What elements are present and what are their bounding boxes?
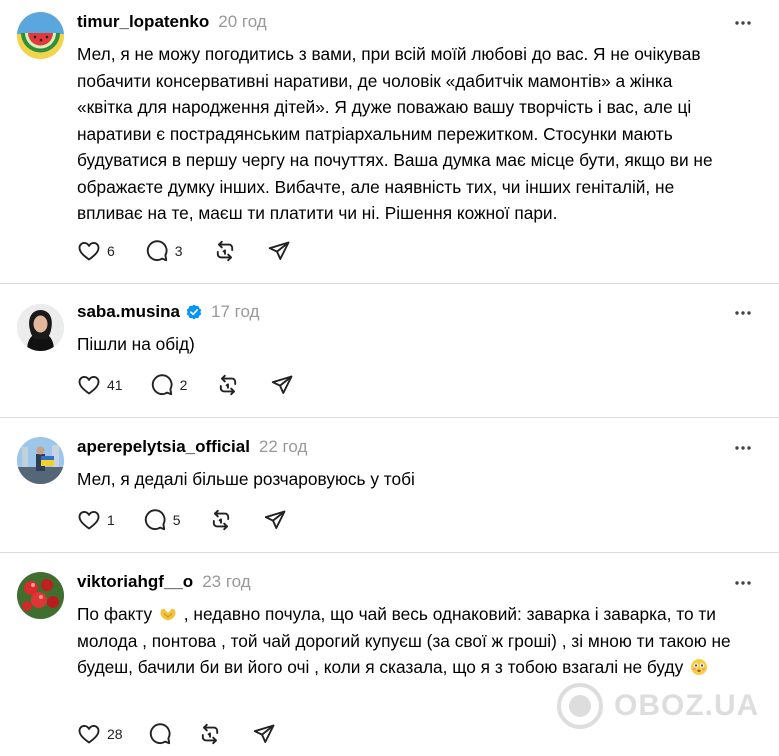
divider <box>0 283 779 284</box>
heart-icon <box>77 508 101 532</box>
comment-post: saba.musina 17 год Пішли на обід) 41 2 <box>0 299 779 409</box>
heart-icon <box>77 722 101 746</box>
like-button[interactable]: 41 <box>77 373 123 397</box>
reply-button[interactable] <box>148 722 172 746</box>
reply-count: 3 <box>174 243 183 259</box>
comment-post: viktoriahgf__o 23 год По факту , недавно… <box>0 569 779 756</box>
reply-button[interactable]: 5 <box>143 508 181 532</box>
heart-icon <box>77 239 101 263</box>
flushed-face-emoji-icon <box>690 657 708 675</box>
like-button[interactable]: 28 <box>77 722 123 746</box>
reply-button[interactable]: 2 <box>150 373 188 397</box>
comment-post: timur_lopatenko 20 год Мел, я не можу по… <box>0 9 779 279</box>
timestamp[interactable]: 20 год <box>218 12 266 32</box>
repost-arrows-icon <box>216 373 240 397</box>
action-bar: 1 5 <box>77 507 287 533</box>
reply-button[interactable]: 3 <box>145 239 183 263</box>
comment-text: Мел, я не можу погодитись з вами, при вс… <box>77 44 713 223</box>
more-dots-icon[interactable] <box>733 576 753 590</box>
more-dots-icon[interactable] <box>733 441 753 455</box>
divider <box>0 417 779 418</box>
like-count: 41 <box>107 377 123 393</box>
username[interactable]: aperepelytsia_official <box>77 437 250 457</box>
timestamp[interactable]: 23 год <box>202 572 250 592</box>
comment-bubble-icon <box>145 239 169 263</box>
repost-arrows-icon <box>198 722 222 746</box>
timestamp[interactable]: 22 год <box>259 437 307 457</box>
paper-plane-icon <box>252 722 276 746</box>
repost-button[interactable] <box>216 373 240 397</box>
username[interactable]: viktoriahgf__o <box>77 572 193 592</box>
comment-header: saba.musina 17 год <box>77 299 259 325</box>
username[interactable]: timur_lopatenko <box>77 12 209 32</box>
comment-text-part: По факту <box>77 604 153 624</box>
comment-header: timur_lopatenko 20 год <box>77 9 267 35</box>
action-bar: 28 <box>77 721 276 747</box>
avatar[interactable] <box>17 572 64 619</box>
share-button[interactable] <box>267 239 291 263</box>
reply-count: 5 <box>172 512 181 528</box>
repost-arrows-icon <box>213 239 237 263</box>
like-button[interactable]: 1 <box>77 508 115 532</box>
paper-plane-icon <box>270 373 294 397</box>
reply-count: 2 <box>179 377 188 393</box>
divider <box>0 552 779 553</box>
more-dots-icon[interactable] <box>733 306 753 320</box>
comment-post: aperepelytsia_official 22 год Мел, я дед… <box>0 434 779 544</box>
verified-badge-icon <box>186 304 202 320</box>
comment-text: Пішли на обід) <box>77 334 195 354</box>
avatar[interactable] <box>17 304 64 351</box>
action-bar: 41 2 <box>77 372 294 398</box>
avatar[interactable] <box>17 437 64 484</box>
paper-plane-icon <box>263 508 287 532</box>
like-count: 1 <box>107 512 115 528</box>
like-count: 6 <box>107 243 115 259</box>
username[interactable]: saba.musina <box>77 302 180 322</box>
share-button[interactable] <box>252 722 276 746</box>
heart-hands-emoji-icon <box>159 604 177 622</box>
comment-text: Мел, я дедалі більше розчаровуюсь у тобі <box>77 469 415 489</box>
paper-plane-icon <box>267 239 291 263</box>
comment-text: По факту , недавно почула, що чай весь о… <box>77 601 732 681</box>
more-dots-icon[interactable] <box>733 16 753 30</box>
comment-bubble-icon <box>143 508 167 532</box>
like-button[interactable]: 6 <box>77 239 115 263</box>
like-count: 28 <box>107 726 123 742</box>
repost-button[interactable] <box>198 722 222 746</box>
avatar[interactable] <box>17 12 64 59</box>
comment-header: viktoriahgf__o 23 год <box>77 569 251 595</box>
share-button[interactable] <box>270 373 294 397</box>
repost-arrows-icon <box>209 508 233 532</box>
comment-bubble-icon <box>148 722 172 746</box>
action-bar: 6 3 <box>77 238 291 264</box>
repost-button[interactable] <box>213 239 237 263</box>
comment-bubble-icon <box>150 373 174 397</box>
comment-header: aperepelytsia_official 22 год <box>77 434 307 460</box>
timestamp[interactable]: 17 год <box>211 302 259 322</box>
heart-icon <box>77 373 101 397</box>
repost-button[interactable] <box>209 508 233 532</box>
share-button[interactable] <box>263 508 287 532</box>
